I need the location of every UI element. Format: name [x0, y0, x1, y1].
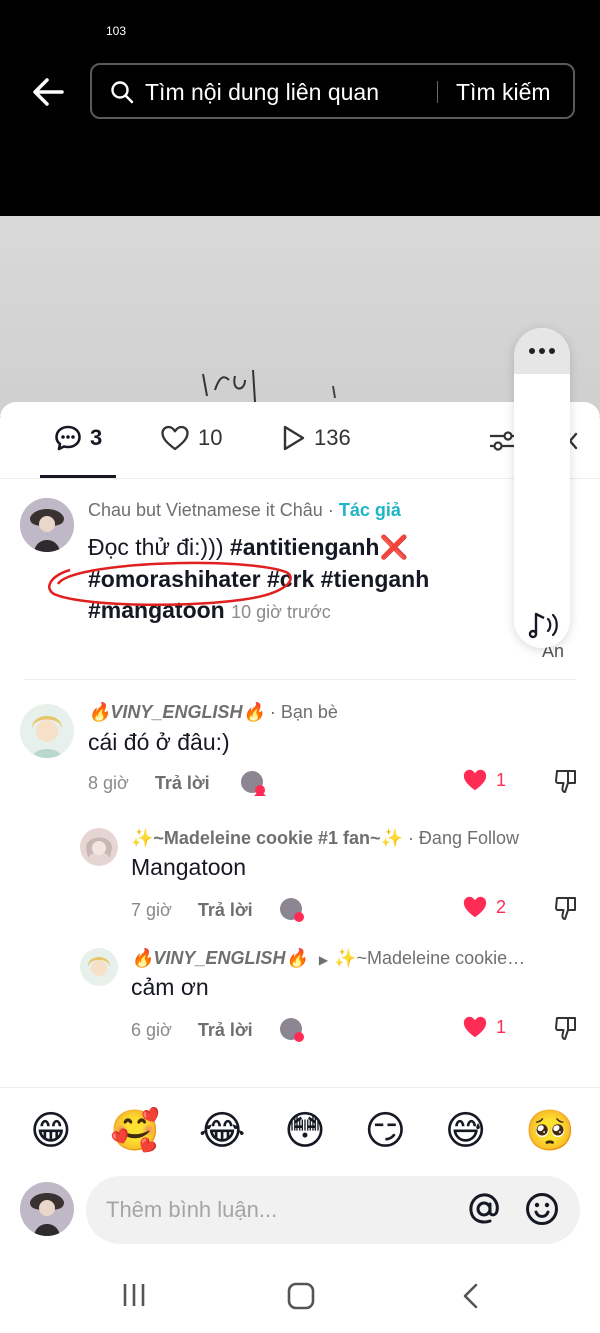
creator-liked-avatar [240, 770, 266, 796]
dislike-icon[interactable] [554, 895, 578, 921]
audio-icon[interactable] [524, 608, 562, 640]
back-arrow-icon [33, 78, 64, 106]
like-count: 2 [496, 896, 507, 917]
emoji-icon[interactable] [524, 1191, 560, 1227]
caption-author-name: Chau but Vietnamese it Châu [88, 500, 323, 520]
avatar-image [80, 948, 118, 986]
dislike-icon[interactable] [554, 768, 578, 794]
reply-author[interactable]: 🔥VINY_ENGLISH🔥 ▶ ✨~Madeleine cookie… [131, 948, 525, 969]
reply-text: cảm ơn [131, 974, 209, 1000]
creator-liked-avatar [279, 1017, 305, 1043]
reply-meta: 7 giờ Trả lời [131, 897, 305, 923]
reply-author-name: ✨~Madeleine cookie #1 fan~✨ [131, 828, 403, 848]
floating-actions [514, 328, 570, 648]
reply-avatar[interactable] [80, 948, 118, 986]
heart-filled-icon [463, 769, 487, 791]
comment-relation: · Bạn bè [264, 702, 338, 722]
tab-likes[interactable]: 10 [160, 424, 222, 452]
comments-tabs: 3 10 136 [0, 402, 600, 479]
comment-input[interactable]: Thêm bình luận... [86, 1176, 580, 1244]
reply-to-arrow-icon: ▶ [318, 953, 329, 967]
quick-emoji[interactable]: 😂 [199, 1106, 246, 1156]
reply-time: 6 giờ [131, 1019, 172, 1040]
comment-author[interactable]: 🔥VINY_ENGLISH🔥 · Bạn bè [88, 702, 338, 723]
play-icon [283, 425, 305, 451]
like-count: 1 [496, 769, 507, 790]
my-avatar [20, 1182, 74, 1236]
reply-meta: 6 giờ Trả lời [131, 1017, 305, 1043]
more-icon [529, 348, 535, 354]
search-icon [111, 81, 134, 104]
quick-emoji[interactable]: 😅 [445, 1106, 487, 1156]
comment-time: 8 giờ [88, 772, 129, 793]
cross-emoji: ❌ [379, 535, 409, 561]
reply-to-name[interactable]: ✨~Madeleine cookie… [334, 948, 525, 968]
author-tag: Tác giả [338, 500, 401, 520]
comment-icon [55, 425, 81, 451]
more-icon [549, 348, 555, 354]
caption-separator: · [322, 500, 339, 520]
comment-like[interactable]: 1 [462, 768, 506, 792]
reply-relation: · Đang Follow [402, 828, 519, 848]
creator-liked-avatar [279, 897, 305, 923]
mention-icon[interactable] [466, 1191, 502, 1227]
caption-author[interactable]: Chau but Vietnamese it Châu · Tác giả [88, 500, 401, 521]
reply-button[interactable]: Trả lời [198, 900, 253, 921]
status-time: 103 [106, 24, 127, 38]
quick-emoji[interactable]: 😁 [30, 1106, 72, 1156]
plays-count: 136 [314, 425, 351, 450]
caption-divider [24, 679, 576, 680]
dislike-icon[interactable] [554, 1015, 578, 1041]
back-button[interactable] [28, 72, 68, 112]
heart-filled-icon [463, 896, 487, 918]
quick-emoji[interactable]: 🥺 [525, 1106, 575, 1156]
reply-like[interactable]: 2 [462, 895, 506, 919]
reply-like[interactable]: 1 [462, 1015, 506, 1039]
author-avatar[interactable] [20, 498, 74, 552]
recent-apps-icon[interactable] [120, 1282, 148, 1308]
avatar-image [20, 498, 74, 552]
tab-plays[interactable]: 136 [280, 424, 351, 452]
reply-button[interactable]: Trả lời [155, 773, 210, 794]
heart-filled-icon [463, 1016, 487, 1038]
search-input[interactable]: Tìm nội dung liên quan [145, 79, 379, 106]
quick-emoji[interactable]: 😏 [364, 1106, 406, 1156]
reply-button[interactable]: Trả lời [198, 1020, 253, 1041]
comment-meta: 8 giờ Trả lời [88, 770, 266, 796]
search-bar[interactable]: Tìm nội dung liên quan Tìm kiếm [90, 63, 575, 119]
heart-icon [161, 425, 189, 451]
top-bar: 103 Tìm nội dung liên quan Tìm kiếm [0, 0, 600, 216]
quick-emoji[interactable]: 😳 [284, 1106, 326, 1156]
tab-comments[interactable]: 3 [54, 424, 102, 452]
reply-time: 7 giờ [131, 899, 172, 920]
reply-text: Mangatoon [131, 854, 247, 880]
quick-emoji-row: 😁 🥰 😂 😳 😏 😅 🥺 [30, 1106, 575, 1156]
more-icon [539, 348, 545, 354]
home-icon[interactable] [286, 1282, 316, 1310]
comment-input-placeholder: Thêm bình luận... [106, 1197, 278, 1222]
comments-sheet: 3 10 136 Chau but Vietnamese it Châu · T… [0, 402, 600, 1333]
reply-avatar[interactable] [80, 828, 118, 866]
search-button[interactable]: Tìm kiếm [456, 79, 551, 106]
reply-author-name: 🔥VINY_ENGLISH🔥 [131, 948, 308, 968]
comment-text: cái đó ở đâu:) [88, 729, 230, 755]
search-divider [437, 81, 438, 103]
system-nav-bar [0, 1260, 600, 1333]
comments-count: 3 [90, 425, 103, 450]
red-circle-annotation [48, 561, 292, 607]
tab-underline [40, 475, 116, 478]
avatar-image [80, 828, 118, 866]
comment-avatar[interactable] [20, 704, 74, 758]
emoji-divider [0, 1087, 600, 1088]
avatar-image [20, 704, 74, 758]
video-preview[interactable] [0, 216, 600, 416]
quick-emoji[interactable]: 🥰 [110, 1106, 160, 1156]
nav-back-icon[interactable] [460, 1282, 480, 1310]
like-count: 1 [496, 1016, 507, 1037]
comment-author-name: 🔥VINY_ENGLISH🔥 [88, 702, 265, 722]
reply-author[interactable]: ✨~Madeleine cookie #1 fan~✨ · Đang Follo… [131, 828, 519, 849]
avatar-image [20, 1182, 74, 1236]
likes-count: 10 [198, 425, 223, 450]
